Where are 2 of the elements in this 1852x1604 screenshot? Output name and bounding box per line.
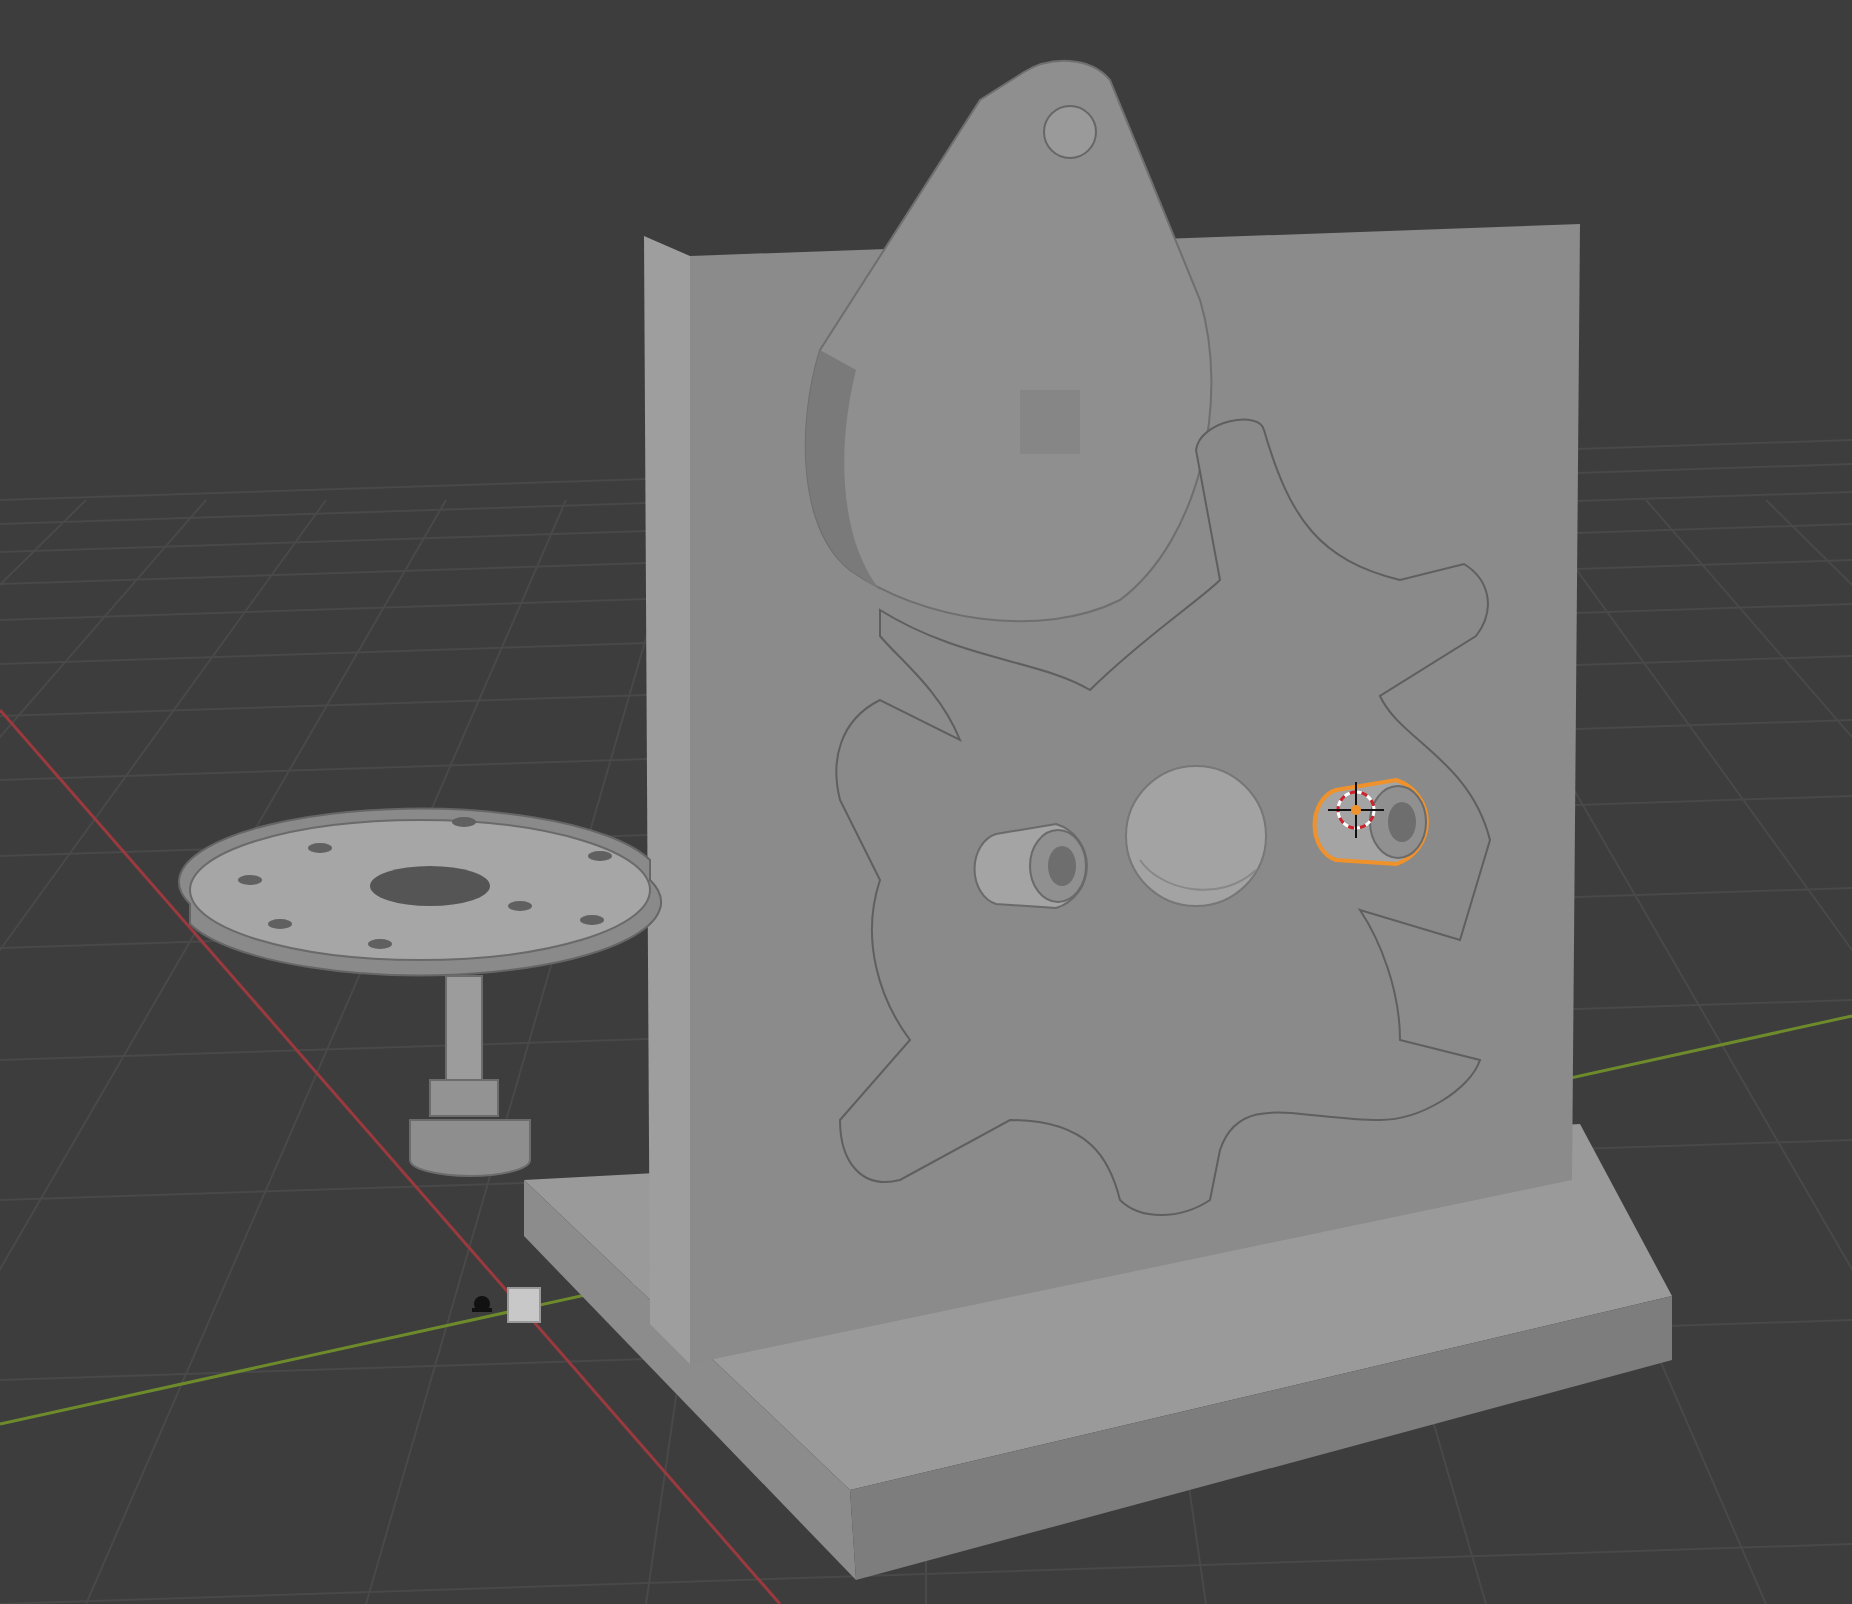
3d-cursor-icon	[1327, 781, 1385, 839]
light-icon	[472, 1296, 492, 1312]
